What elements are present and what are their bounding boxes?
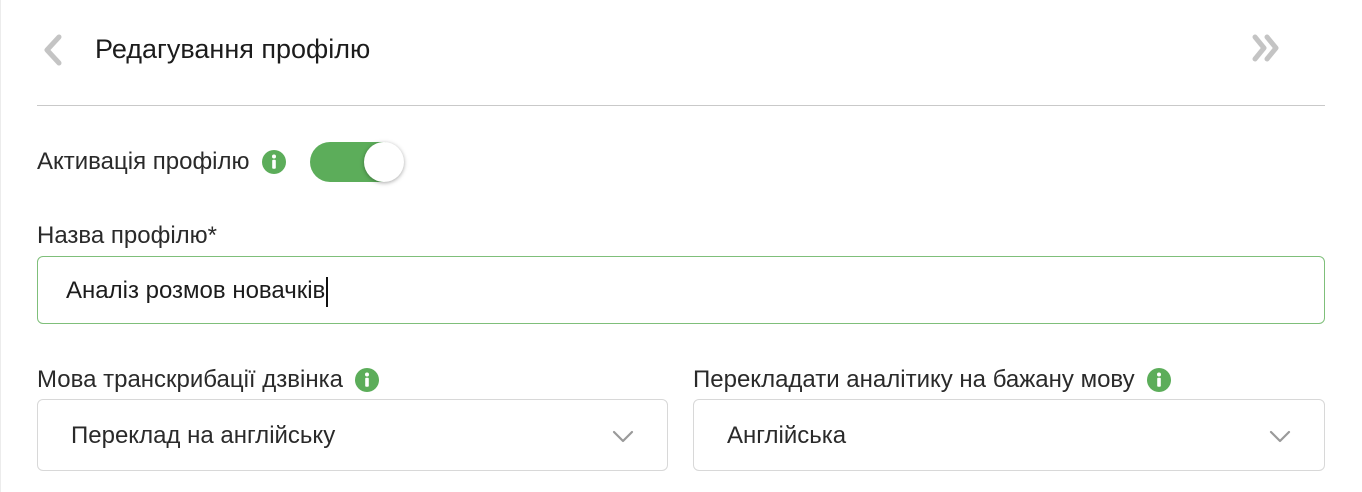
- profile-name-value-wrap: Аналіз розмов новачків: [66, 275, 329, 307]
- chevron-down-icon: [1269, 430, 1291, 443]
- info-icon[interactable]: [261, 150, 286, 174]
- panel-left-border: [0, 0, 1, 492]
- profile-name-value: Аналіз розмов новачків: [66, 277, 326, 304]
- back-button[interactable]: [38, 32, 68, 68]
- activation-label: Активація профілю: [37, 148, 250, 175]
- profile-name-input[interactable]: Аналіз розмов новачків: [37, 256, 1325, 324]
- info-icon[interactable]: [354, 368, 379, 392]
- info-glyph: [1156, 372, 1161, 387]
- profile-name-label: Назва профілю*: [37, 222, 218, 249]
- activation-row: Активація профілю: [37, 140, 404, 184]
- transcription-language-label: Мова транскрибації дзвінка: [37, 366, 343, 393]
- activation-toggle[interactable]: [309, 142, 404, 182]
- analytics-language-select[interactable]: Англійська: [693, 399, 1325, 471]
- collapse-panel-button[interactable]: [1250, 32, 1284, 64]
- header-divider: [37, 105, 1325, 106]
- transcription-language-select[interactable]: Переклад на англійську: [37, 399, 668, 471]
- analytics-language-label-row: Перекладати аналітику на бажану мову: [693, 366, 1171, 394]
- analytics-language-label: Перекладати аналітику на бажану мову: [693, 366, 1135, 393]
- info-glyph: [364, 372, 369, 387]
- double-chevron-right-icon: [1252, 34, 1279, 62]
- text-caret: [326, 276, 329, 307]
- page-title: Редагування профілю: [95, 34, 371, 64]
- chevron-down-icon: [612, 430, 634, 443]
- chevron-left-icon: [44, 34, 62, 66]
- transcription-language-value: Переклад на англійську: [71, 422, 336, 449]
- profile-edit-panel: Редагування профілю Активація профілю На…: [0, 0, 1362, 492]
- analytics-language-value: Англійська: [727, 422, 847, 449]
- transcription-language-label-row: Мова транскрибації дзвінка: [37, 366, 379, 394]
- info-glyph: [271, 154, 276, 169]
- info-icon[interactable]: [1146, 368, 1171, 392]
- toggle-knob: [363, 142, 404, 182]
